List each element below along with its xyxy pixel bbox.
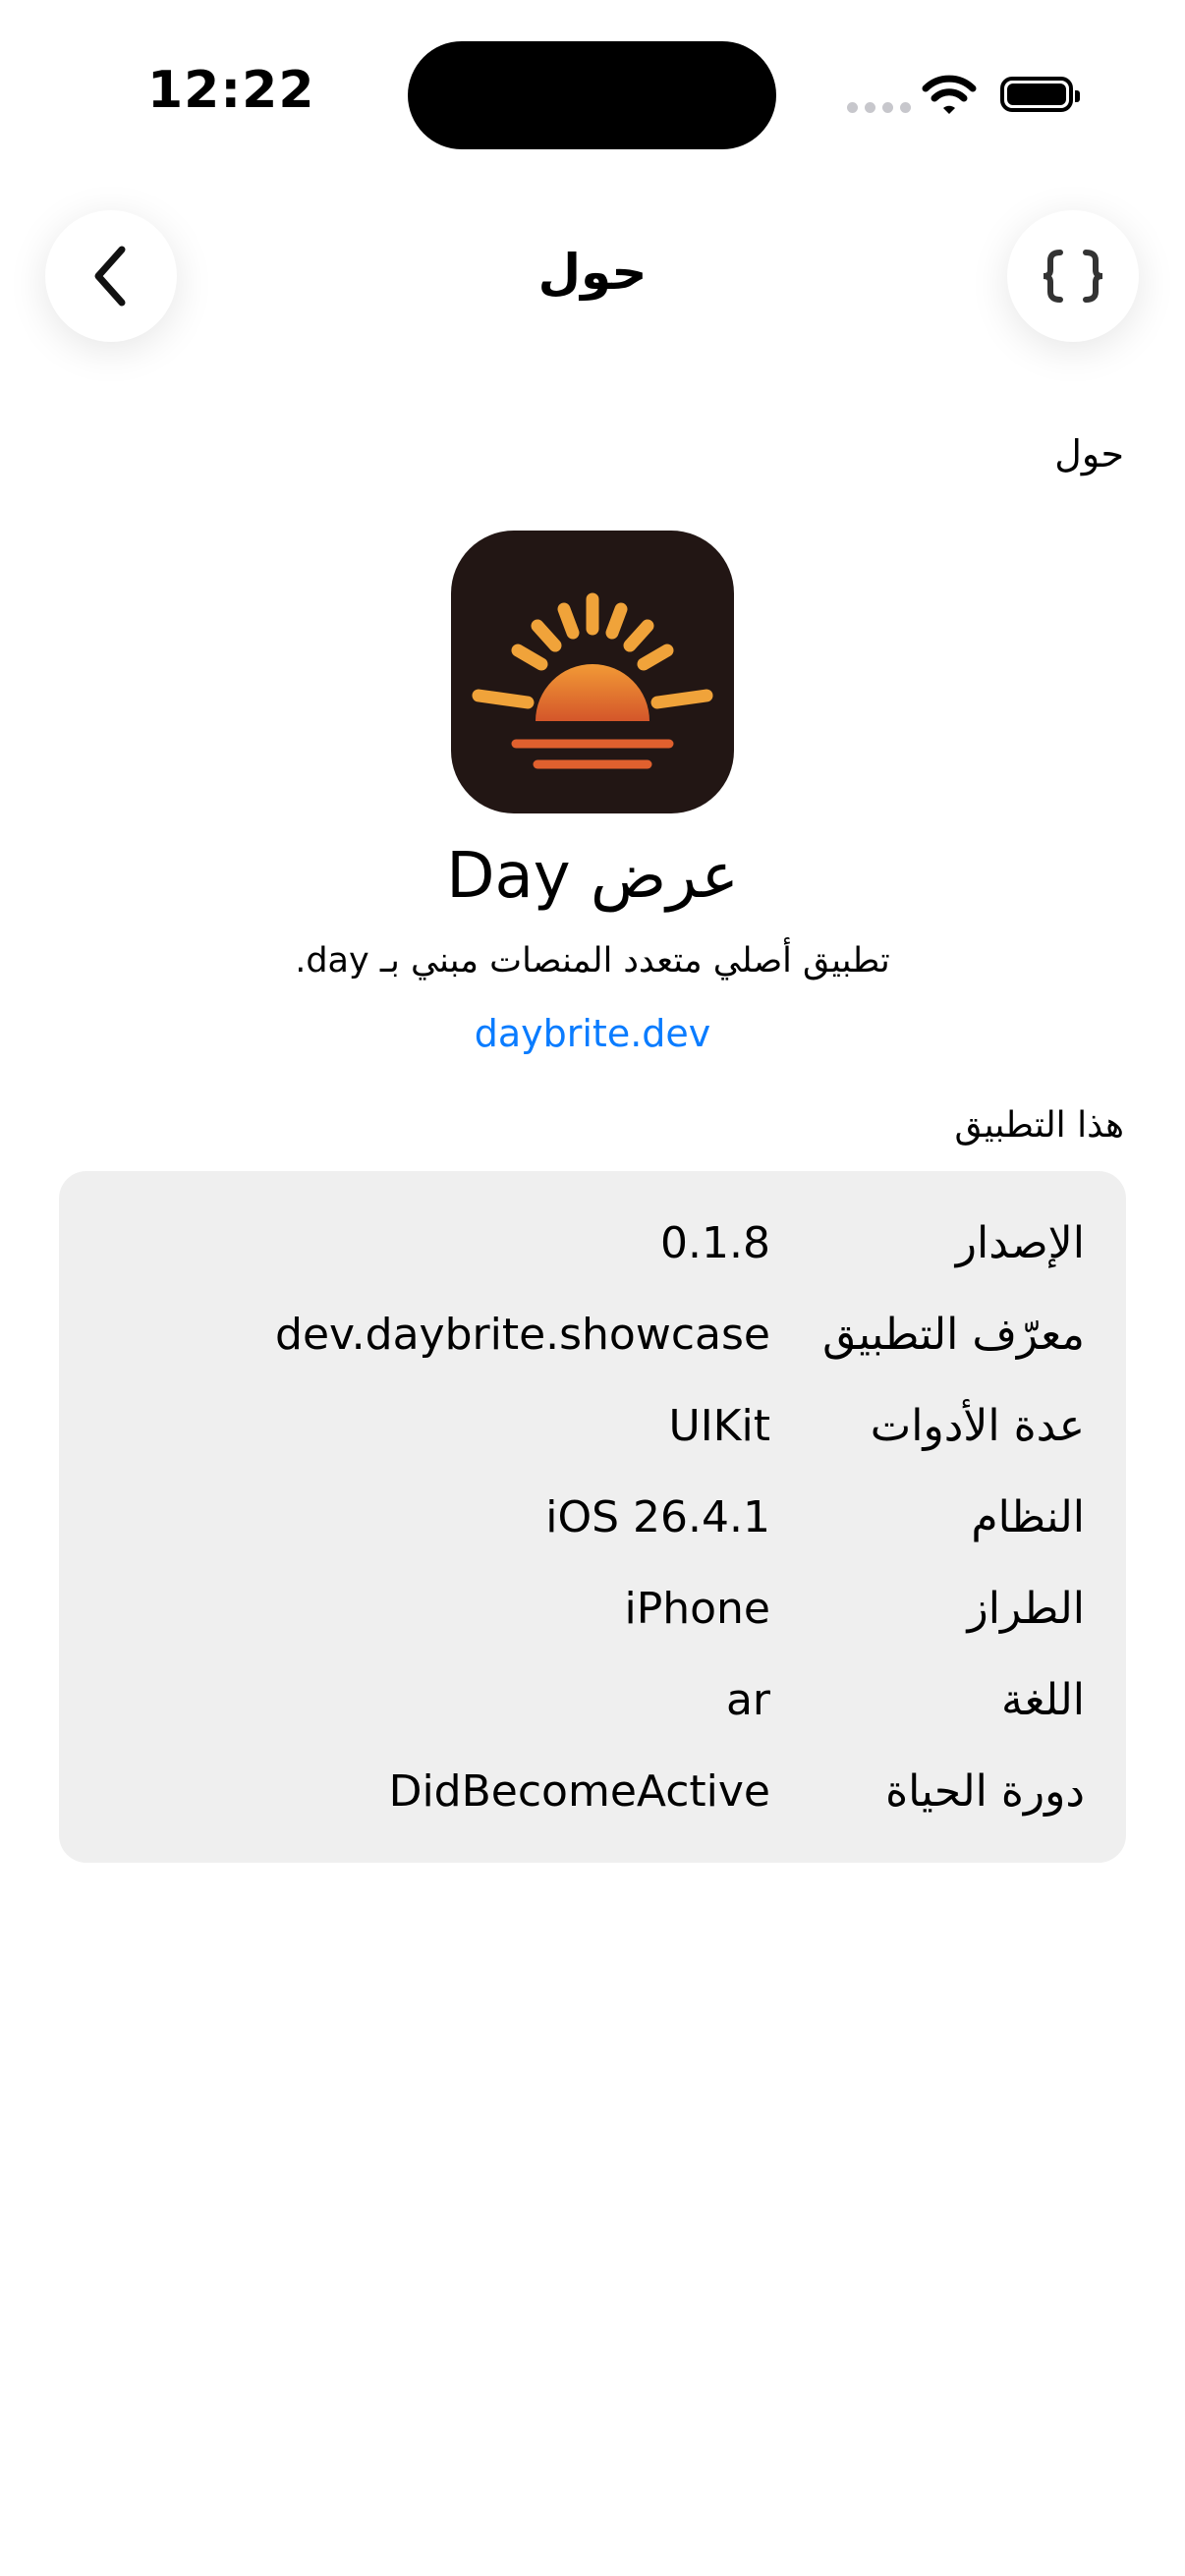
info-row-language: اللغة ar [59, 1675, 1126, 1754]
curly-braces-icon [1043, 250, 1103, 303]
app-info-card: الإصدار 0.1.8 معرّف التطبيق dev.daybrite… [59, 1171, 1126, 1863]
nav-title: حول [537, 244, 648, 301]
app-tagline: تطبيق أصلي متعدد المنصات مبني بـ day. [295, 941, 890, 980]
info-value: dev.daybrite.showcase [275, 1310, 770, 1360]
info-row-os: النظام iOS 26.4.1 [59, 1492, 1126, 1571]
info-value: UIKit [668, 1401, 770, 1451]
info-label: معرّف التطبيق [822, 1310, 1085, 1360]
info-label: دورة الحياة [885, 1766, 1085, 1817]
info-value: iOS 26.4.1 [545, 1492, 770, 1542]
back-button[interactable] [45, 210, 177, 342]
info-label: النظام [971, 1492, 1085, 1542]
info-label: الطراز [967, 1584, 1085, 1634]
info-row-version: الإصدار 0.1.8 [59, 1218, 1126, 1297]
cellular-signal-icon [847, 102, 911, 113]
info-label: الإصدار [955, 1218, 1085, 1268]
battery-icon [1000, 77, 1080, 112]
wifi-icon [922, 75, 977, 114]
chevron-left-icon [94, 246, 126, 307]
dynamic-island [408, 41, 776, 149]
section-header-this-app: هذا التطبيق [954, 1105, 1124, 1146]
code-view-button[interactable] [1007, 210, 1139, 342]
app-name: عرض Day [446, 840, 739, 913]
status-time: 12:22 [147, 61, 315, 120]
info-row-lifecycle: دورة الحياة DidBecomeActive [59, 1766, 1126, 1845]
info-value: DidBecomeActive [388, 1766, 770, 1817]
website-link[interactable]: daybrite.dev [298, 1012, 887, 1055]
info-row-model: الطراز iPhone [59, 1584, 1126, 1662]
info-row-toolkit: عدة الأدوات UIKit [59, 1401, 1126, 1480]
info-value: ar [725, 1675, 770, 1725]
info-value: 0.1.8 [660, 1218, 770, 1268]
section-header-about: حول [1054, 432, 1124, 476]
info-label: عدة الأدوات [870, 1401, 1085, 1451]
info-row-bundle-id: معرّف التطبيق dev.daybrite.showcase [59, 1310, 1126, 1388]
info-value: iPhone [624, 1584, 770, 1634]
app-icon [451, 531, 734, 813]
info-label: اللغة [1000, 1675, 1085, 1725]
